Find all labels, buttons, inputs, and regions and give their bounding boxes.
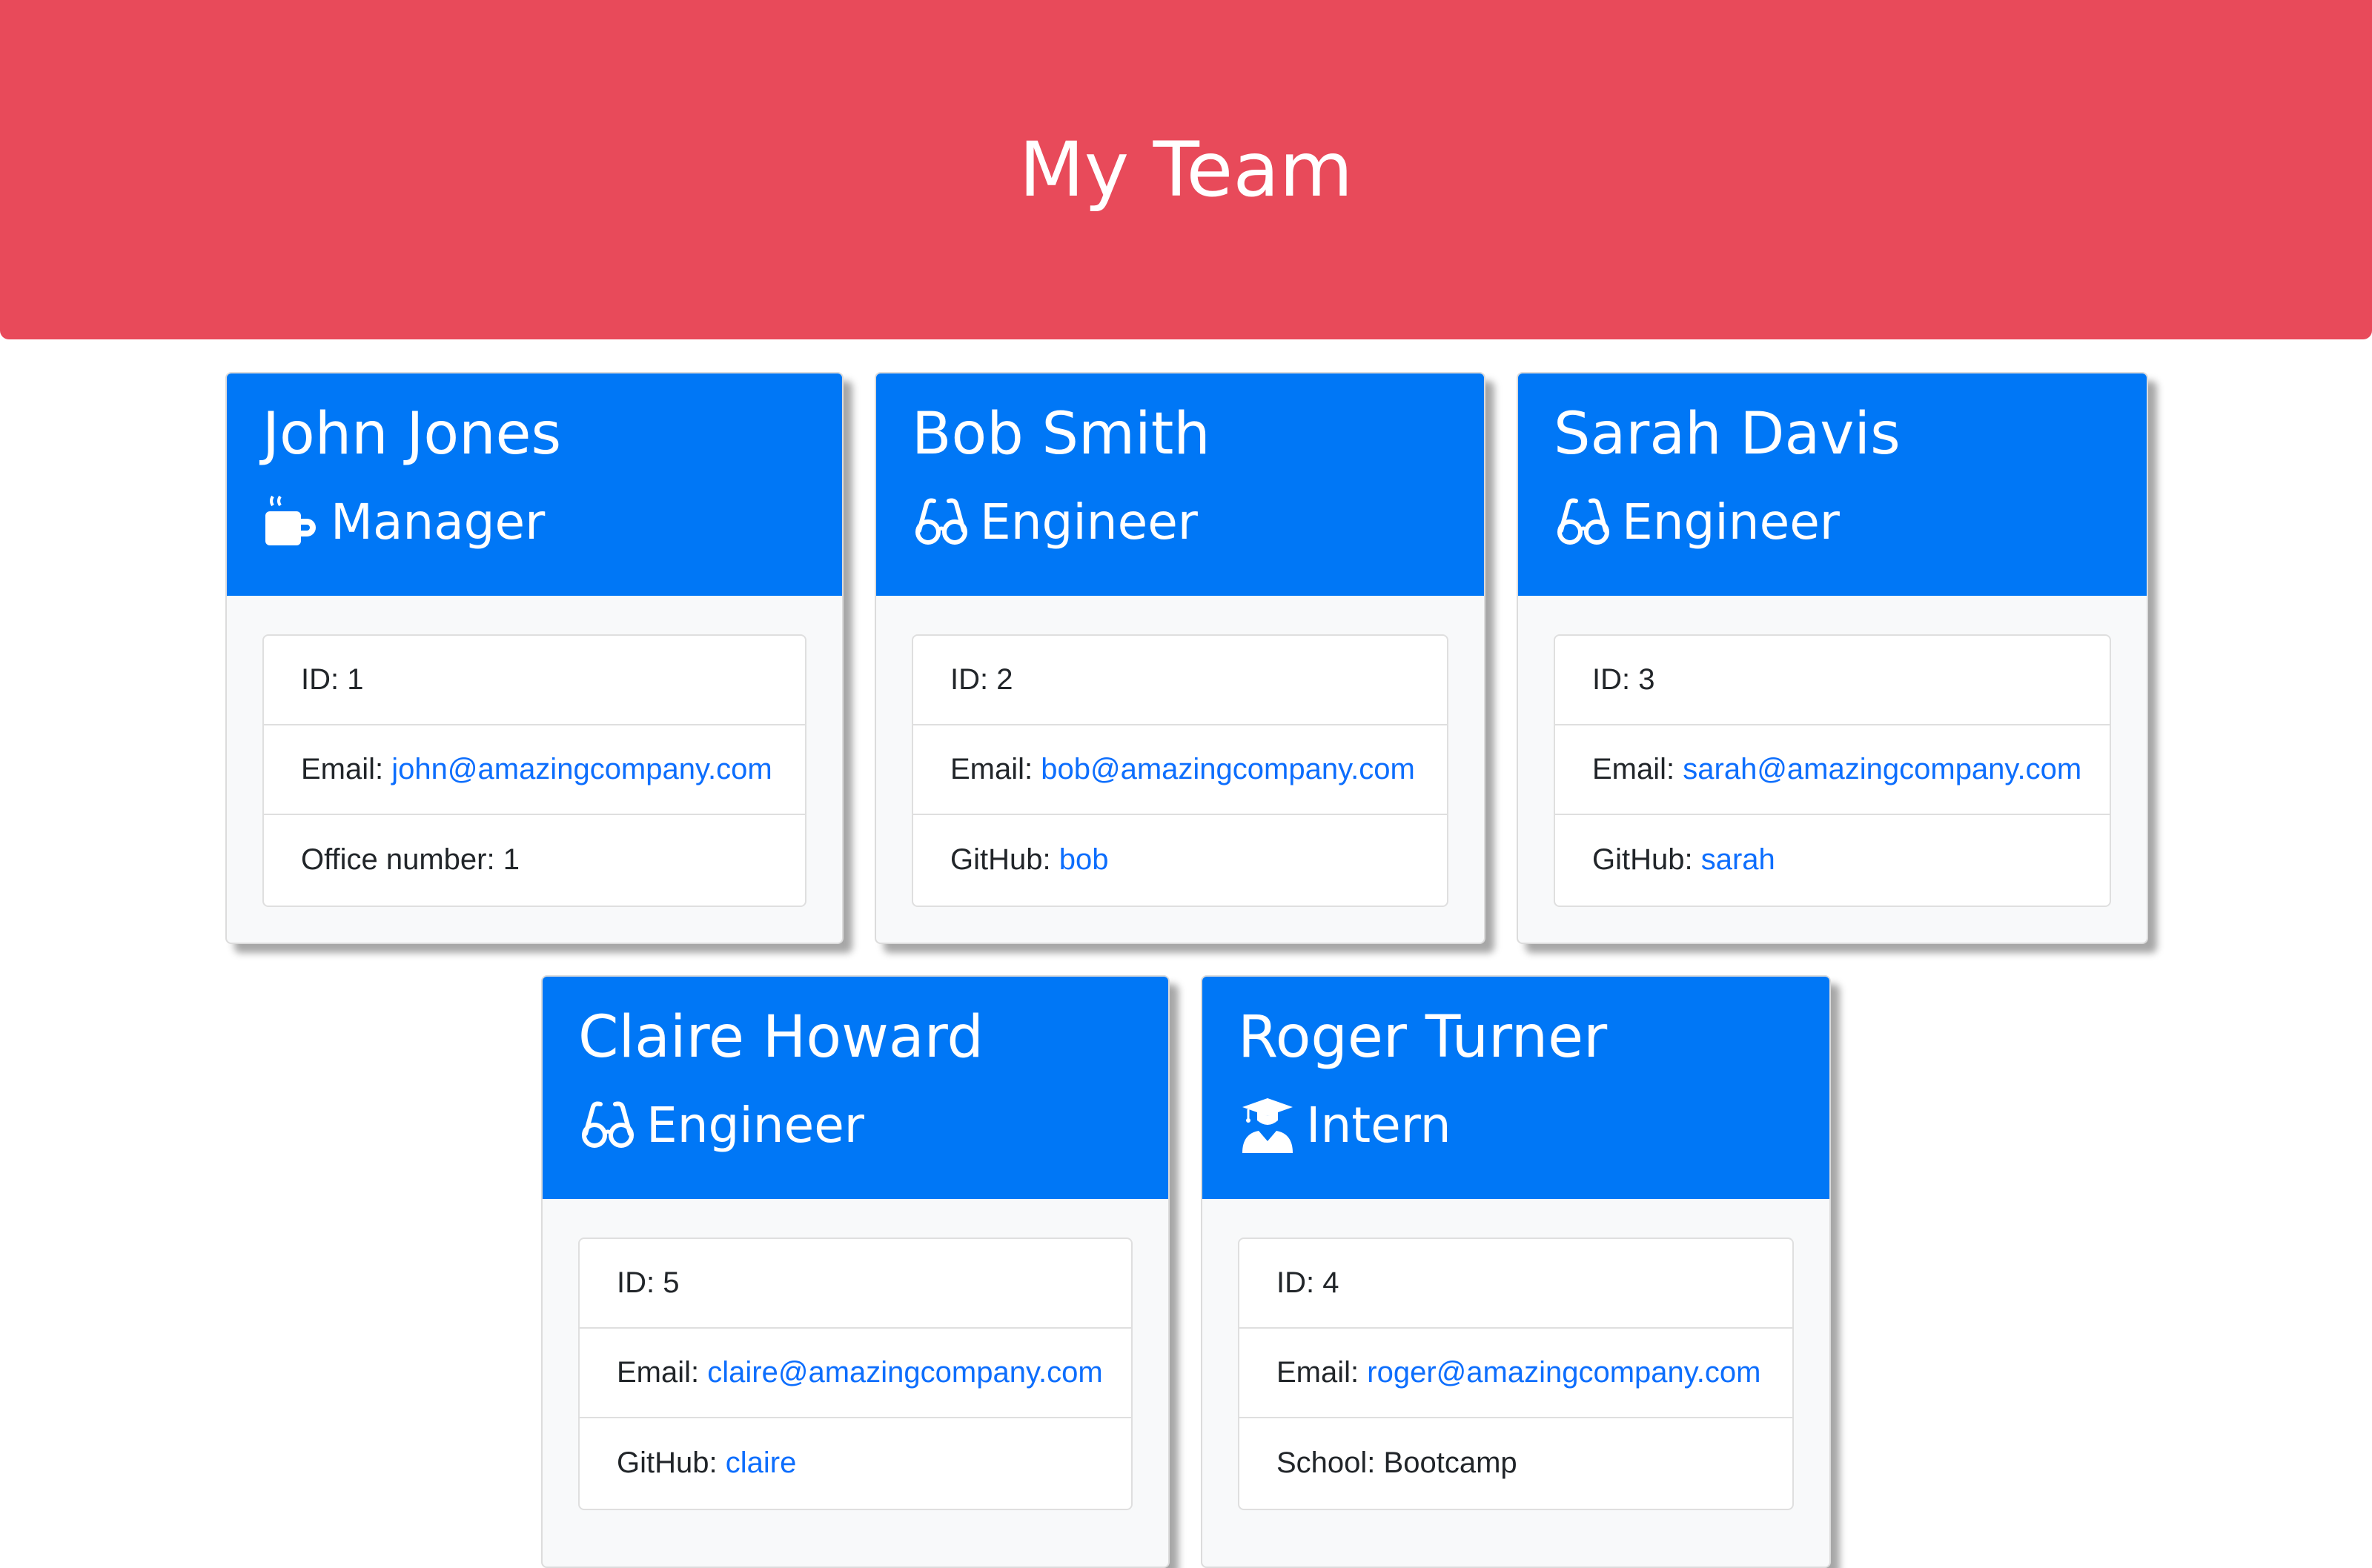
- github-link[interactable]: claire: [726, 1446, 797, 1480]
- card-header: John Jones Manager: [227, 373, 842, 596]
- email-label: Email:: [1276, 1356, 1359, 1389]
- employee-role: Engineer: [1554, 485, 1840, 559]
- id-item: ID: 3: [1555, 636, 2110, 725]
- github-item: GitHub: bob: [913, 815, 1447, 905]
- email-link[interactable]: claire@amazingcompany.com: [707, 1356, 1102, 1389]
- github-item: GitHub: claire: [580, 1418, 1131, 1508]
- employee-card-manager: John Jones Manager ID: 1 Email: john@ama…: [225, 372, 844, 944]
- id-text: ID: 2: [950, 663, 1013, 696]
- employee-name: John Jones: [262, 401, 562, 468]
- employee-name: Bob Smith: [912, 401, 1210, 468]
- id-text: ID: 5: [617, 1266, 680, 1299]
- employee-role: Manager: [262, 485, 545, 559]
- id-item: ID: 5: [580, 1239, 1131, 1329]
- role-label: Engineer: [980, 493, 1198, 551]
- employee-card-engineer: Claire Howard Engineer ID: 5 Email: clai…: [541, 975, 1170, 1568]
- email-item: Email: sarah@amazingcompany.com: [1555, 725, 2110, 815]
- glasses-icon: [1554, 492, 1613, 551]
- info-list: ID: 2 Email: bob@amazingcompany.com GitH…: [912, 634, 1448, 907]
- employee-role: Engineer: [912, 485, 1198, 559]
- glasses-icon: [578, 1095, 637, 1155]
- page-title: My Team: [1018, 125, 1354, 214]
- info-list: ID: 4 Email: roger@amazingcompany.com Sc…: [1238, 1238, 1794, 1510]
- id-item: ID: 2: [913, 636, 1447, 725]
- employee-name: Claire Howard: [578, 1004, 984, 1071]
- id-item: ID: 1: [264, 636, 805, 725]
- school-item: School: Bootcamp: [1239, 1418, 1792, 1508]
- office-text: Office number: 1: [301, 843, 520, 876]
- email-label: Email:: [617, 1356, 700, 1389]
- role-label: Engineer: [1622, 493, 1840, 551]
- employee-card-intern: Roger Turner Intern ID: 4 Email: roger@a…: [1201, 975, 1831, 1568]
- employee-card-engineer: Bob Smith Engineer ID: 2 Email: bob@amaz…: [875, 372, 1485, 944]
- email-label: Email:: [950, 753, 1033, 785]
- email-item: Email: roger@amazingcompany.com: [1239, 1329, 1792, 1418]
- info-list: ID: 3 Email: sarah@amazingcompany.com Gi…: [1554, 634, 2111, 907]
- email-item: Email: claire@amazingcompany.com: [580, 1329, 1131, 1418]
- info-list: ID: 1 Email: john@amazingcompany.com Off…: [262, 634, 806, 907]
- github-link[interactable]: bob: [1059, 843, 1109, 877]
- github-link[interactable]: sarah: [1701, 843, 1775, 877]
- page-header: My Team: [0, 0, 2372, 339]
- email-link[interactable]: roger@amazingcompany.com: [1367, 1356, 1760, 1389]
- id-text: ID: 1: [301, 663, 364, 696]
- role-label: Engineer: [646, 1096, 864, 1154]
- school-text: School: Bootcamp: [1276, 1446, 1517, 1479]
- email-item: Email: bob@amazingcompany.com: [913, 725, 1447, 815]
- employee-name: Roger Turner: [1238, 1004, 1608, 1071]
- card-header: Bob Smith Engineer: [876, 373, 1484, 596]
- card-header: Roger Turner Intern: [1202, 977, 1829, 1199]
- email-link[interactable]: john@amazingcompany.com: [391, 753, 772, 786]
- card-header: Sarah Davis Engineer: [1518, 373, 2147, 596]
- role-label: Manager: [331, 493, 546, 551]
- email-label: Email:: [301, 753, 384, 785]
- mug-icon: [262, 492, 322, 551]
- employee-role: Intern: [1238, 1088, 1451, 1162]
- email-item: Email: john@amazingcompany.com: [264, 725, 805, 815]
- info-list: ID: 5 Email: claire@amazingcompany.com G…: [578, 1238, 1133, 1510]
- employee-card-engineer: Sarah Davis Engineer ID: 3 Email: sarah@…: [1517, 372, 2148, 944]
- id-text: ID: 3: [1592, 663, 1655, 696]
- office-item: Office number: 1: [264, 815, 805, 905]
- github-label: GitHub:: [950, 843, 1051, 876]
- github-label: GitHub:: [1592, 843, 1693, 876]
- employee-role: Engineer: [578, 1088, 864, 1162]
- card-header: Claire Howard Engineer: [543, 977, 1168, 1199]
- github-label: GitHub:: [617, 1446, 718, 1479]
- glasses-icon: [912, 492, 971, 551]
- employee-name: Sarah Davis: [1554, 401, 1901, 468]
- role-label: Intern: [1306, 1096, 1451, 1154]
- id-item: ID: 4: [1239, 1239, 1792, 1329]
- email-link[interactable]: sarah@amazingcompany.com: [1683, 753, 2081, 786]
- email-link[interactable]: bob@amazingcompany.com: [1041, 753, 1415, 786]
- id-text: ID: 4: [1276, 1266, 1339, 1299]
- github-item: GitHub: sarah: [1555, 815, 2110, 905]
- email-label: Email:: [1592, 753, 1675, 785]
- graduate-icon: [1238, 1095, 1297, 1155]
